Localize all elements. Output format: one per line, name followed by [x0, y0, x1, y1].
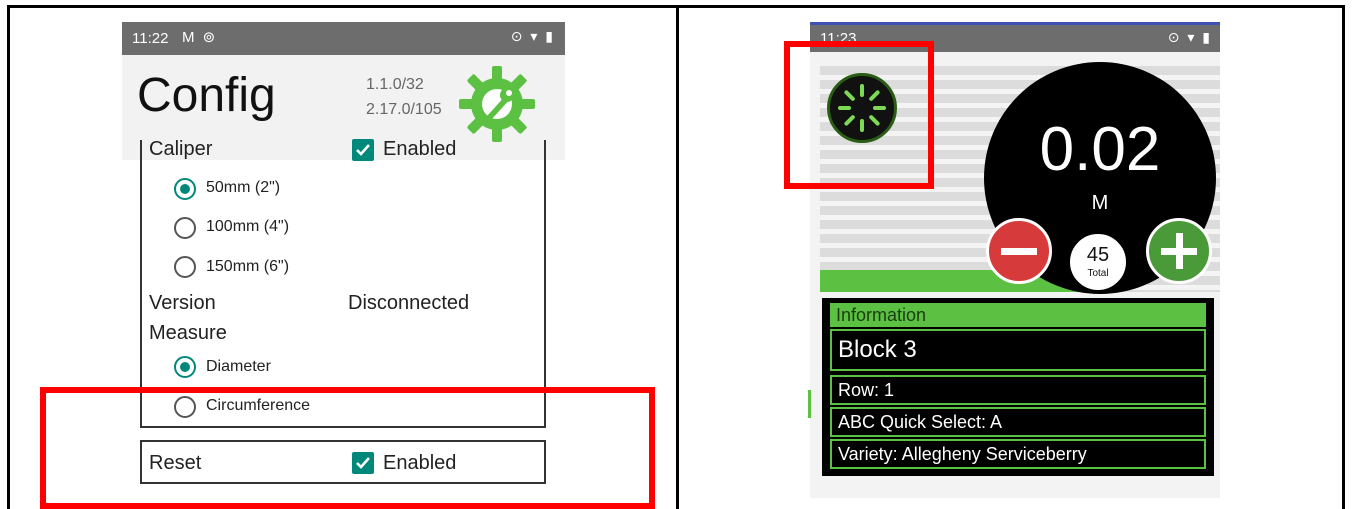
system-status-icons: ⊙ ▾ ▮	[1167, 29, 1212, 45]
table-border-right	[1342, 5, 1345, 509]
system-status-icons: ⊙ ▾ ▮	[510, 28, 555, 44]
caliper-enabled-label: Enabled	[383, 138, 457, 160]
total-count: 45	[1086, 244, 1110, 266]
quick-select-field[interactable]: ABC Quick Select: A	[830, 407, 1206, 437]
total-counter: 45 Total	[1068, 232, 1128, 292]
page-title: Config	[137, 69, 276, 122]
block-field[interactable]: Block 3	[830, 329, 1206, 371]
highlight-box-spinner	[784, 41, 934, 189]
increment-button[interactable]	[1146, 218, 1212, 284]
version-status: Disconnected	[348, 292, 470, 314]
status-bar: 11:22 M ⊚ ⊙ ▾ ▮	[122, 22, 565, 55]
measure-label: Measure	[149, 322, 227, 344]
highlight-box-reset	[40, 387, 655, 509]
measurement-value: 0.02	[1039, 115, 1161, 184]
information-header: Information	[830, 303, 1206, 327]
decrement-button[interactable]	[986, 218, 1052, 284]
radio-100mm[interactable]	[174, 217, 196, 239]
caliper-section	[140, 140, 546, 428]
measurement-unit: M	[1091, 192, 1109, 214]
version-label: Version	[149, 292, 216, 314]
notification-icons: M ⊚	[182, 29, 218, 46]
option-150mm-label: 150mm (6")	[206, 258, 290, 275]
radio-150mm[interactable]	[174, 256, 196, 278]
table-border-left	[7, 5, 10, 509]
app-version: 1.1.0/32	[366, 76, 424, 93]
information-panel: Information Block 3 Row: 1 ABC Quick Sel…	[822, 298, 1214, 476]
row-field[interactable]: Row: 1	[830, 375, 1206, 405]
total-label: Total	[1087, 268, 1109, 279]
caliper-label: Caliper	[149, 138, 213, 160]
option-diameter-label: Diameter	[206, 358, 271, 375]
variety-field[interactable]: Variety: Allegheny Serviceberry	[830, 439, 1206, 469]
gear-wrench-icon[interactable]	[457, 64, 537, 144]
status-bar-accent	[810, 22, 1220, 25]
radio-50mm[interactable]	[174, 178, 196, 200]
option-100mm-label: 100mm (4")	[206, 218, 290, 235]
firmware-version: 2.17.0/105	[366, 101, 442, 118]
table-border-middle	[676, 5, 679, 509]
radio-diameter[interactable]	[174, 356, 196, 378]
screen-edge-accent	[808, 390, 811, 418]
caliper-enabled-checkbox[interactable]	[352, 139, 374, 161]
option-50mm-label: 50mm (2")	[206, 179, 281, 196]
status-time: 11:22	[132, 30, 169, 47]
